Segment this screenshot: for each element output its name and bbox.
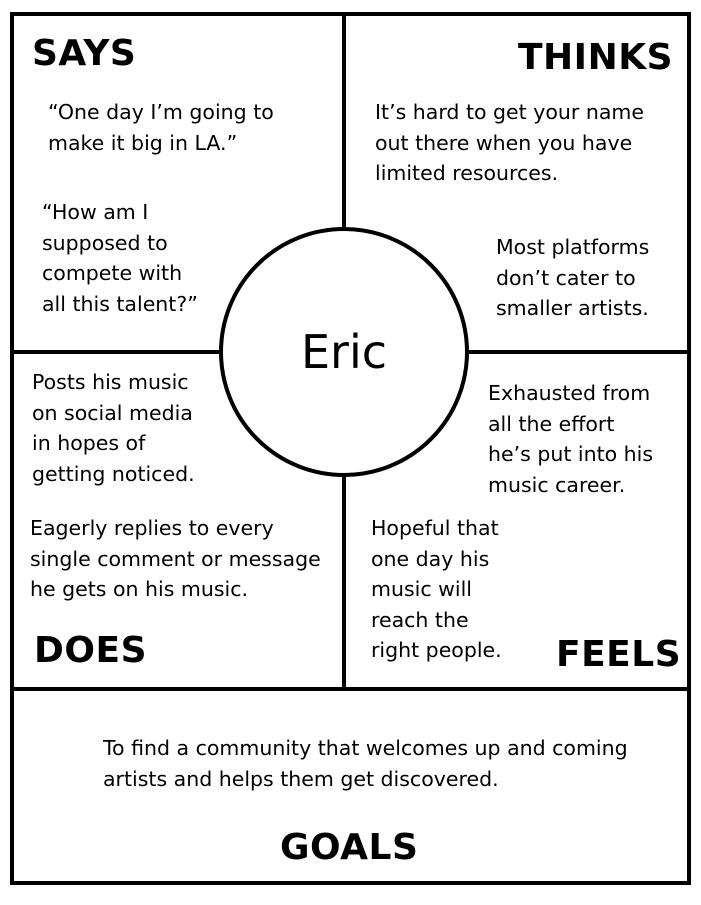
says-quote-1: “One day I’m going to make it big in LA.… — [48, 100, 274, 155]
does-action-2: Eagerly replies to every single comment … — [30, 516, 321, 601]
goals-text: To find a community that welcomes up and… — [103, 736, 628, 791]
thinks-thought-1: It’s hard to get your name out there whe… — [375, 100, 644, 185]
feels-heading: FEELS — [556, 634, 682, 675]
thinks-heading: THINKS — [518, 37, 674, 78]
thinks-thought-2: Most platforms don’t cater to smaller ar… — [496, 235, 650, 320]
persona-circle: Eric — [219, 227, 469, 477]
feels-feeling-1: Exhausted from all the effort he’s put i… — [488, 381, 654, 497]
goals-heading: GOALS — [280, 827, 419, 868]
says-quote-2: “How am I supposed to compete with all t… — [42, 200, 198, 316]
does-heading: DOES — [34, 630, 148, 671]
persona-name: Eric — [300, 325, 388, 379]
goals-divider — [10, 687, 691, 691]
does-action-1: Posts his music on social media in hopes… — [32, 370, 195, 486]
says-heading: SAYS — [32, 33, 137, 74]
feels-feeling-2: Hopeful that one day his music will reac… — [371, 516, 502, 662]
